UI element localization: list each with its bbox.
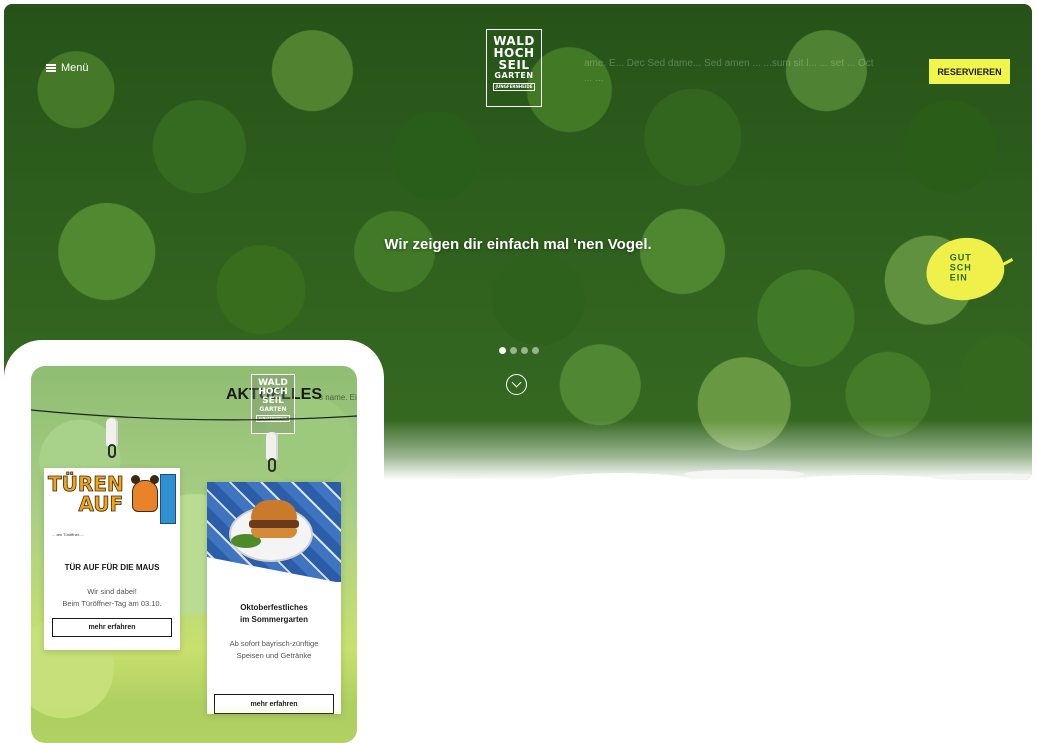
mouse-character-icon (131, 475, 159, 512)
clothespin-icon (264, 432, 280, 476)
slider-dots (499, 347, 539, 354)
logo-subline: JUNGFERNHEIDE (493, 83, 535, 91)
faded-overlay-text: s name. Ei (319, 393, 357, 402)
more-info-button[interactable]: mehr erfahren (52, 618, 172, 637)
card-title: Oktoberfestliches im Sommergarten (207, 602, 341, 626)
logo-line: SEIL (262, 396, 284, 406)
menu-label: Menü (61, 62, 89, 74)
hamburger-icon (46, 64, 56, 72)
clothespin-icon (104, 418, 120, 462)
burger-bun-bottom (251, 528, 297, 538)
card-text: Wir sind dabei! Beim Türöffner-Tag am 03… (44, 586, 180, 610)
card-title: TÜR AUF FÜR DIE MAUS (64, 563, 160, 572)
slider-dot-2[interactable] (510, 347, 517, 354)
artwork-line: TÜREN (48, 472, 124, 496)
slider-dot-3[interactable] (521, 347, 528, 354)
door-icon (160, 474, 176, 524)
clothesline-rope (31, 409, 357, 421)
tueren-auf-artwork: TÜREN AUF (48, 472, 124, 516)
card-image-burger (207, 482, 341, 582)
mobile-screen: AKTUELLES s name. Ei WALD HOCH SEIL GART… (31, 366, 357, 743)
news-card: Oktoberfestliches im Sommergarten Ab sof… (207, 482, 341, 714)
voucher-line: GUT (949, 252, 972, 263)
slider-dot-1[interactable] (499, 347, 506, 354)
faded-overlay-text: ame. E... Dec Sed dame... Sed amen ... .… (584, 58, 874, 84)
news-card: TÜREN AUF ... am Türöffner-... TÜR AUF F… (44, 468, 180, 650)
menu-button[interactable]: Menü (46, 62, 89, 74)
card-title-line: im Sommergarten (239, 615, 309, 624)
grass-background (31, 703, 357, 743)
image-caption: ... am Türöffner-... (52, 532, 84, 537)
card-image-tueren-auf: TÜREN AUF ... am Türöffner-... (44, 468, 180, 540)
card-text-line: Speisen und Getränke (236, 651, 312, 660)
burger-patty (249, 520, 299, 528)
image-diagonal-cut (207, 557, 341, 582)
card-text-line: Wir sind dabei! (87, 587, 137, 596)
logo-line: SEIL (498, 58, 530, 72)
burger-icon (251, 500, 297, 522)
voucher-line: EIN (949, 272, 968, 283)
card-title-line: Oktoberfestliches (240, 603, 308, 612)
slider-dot-4[interactable] (532, 347, 539, 354)
site-logo[interactable]: WALD HOCH SEIL GARTEN JUNGFERNHEIDE (486, 29, 542, 107)
card-text-line: Ab sofort bayrisch-zünftige (229, 639, 319, 648)
artwork-line: AUF (78, 492, 124, 516)
card-text-line: Beim Türöffner-Tag am 03.10. (62, 599, 162, 608)
reserve-button[interactable]: RESERVIEREN (929, 59, 1010, 84)
scroll-down-chevron-icon[interactable] (506, 374, 527, 395)
card-text: Ab sofort bayrisch-zünftige Speisen und … (207, 638, 341, 662)
mobile-site-logo[interactable]: WALD HOCH SEIL GARTEN JUNGFERNHEIDE (251, 374, 295, 434)
voucher-label: GUT SCH EIN (950, 253, 972, 283)
hero-headline: Wir zeigen dir einfach mal 'nen Vogel. (384, 236, 652, 253)
logo-line: GARTEN (494, 71, 534, 80)
voucher-line: SCH (949, 262, 972, 273)
